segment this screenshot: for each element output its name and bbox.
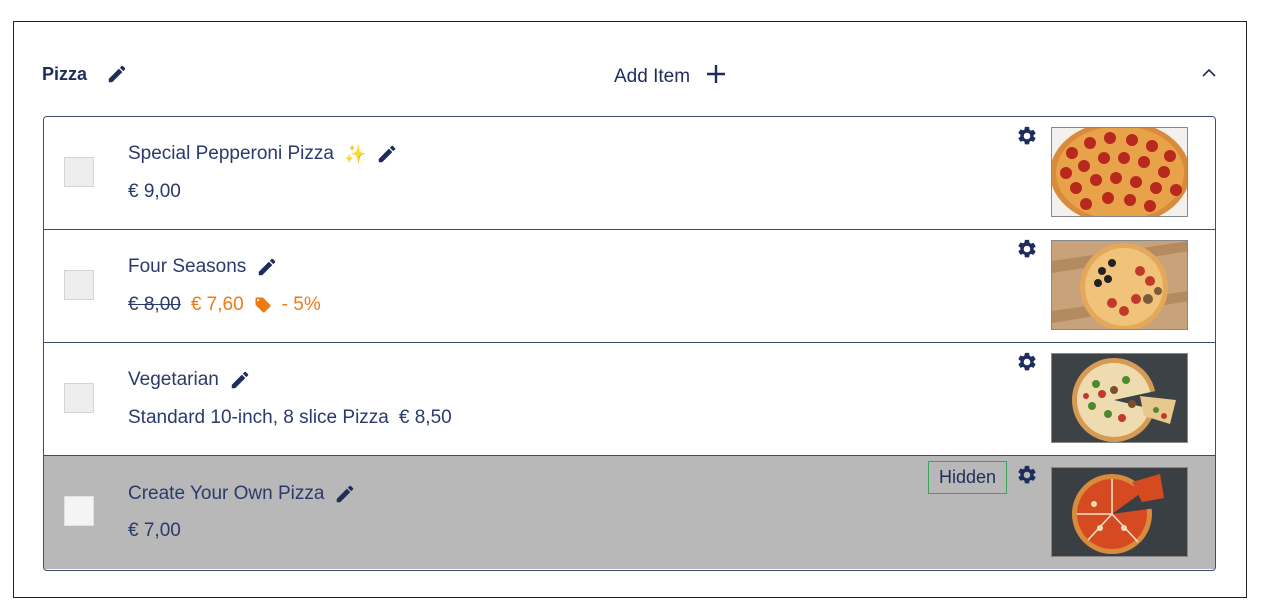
edit-pencil-icon[interactable] bbox=[229, 369, 251, 391]
add-item-button[interactable]: Add Item bbox=[614, 62, 728, 92]
item-select-checkbox[interactable] bbox=[64, 496, 94, 526]
settings-gear-icon[interactable] bbox=[1016, 125, 1038, 147]
item-name: Special Pepperoni Pizza bbox=[128, 143, 334, 164]
item-name-line: Create Your Own Pizza bbox=[128, 483, 356, 505]
item-price: € 8,50 bbox=[398, 407, 452, 428]
item-price: € 7,00 bbox=[128, 520, 181, 541]
item-price-line: € 8,00 € 7,60 - 5% bbox=[128, 294, 321, 316]
edit-pencil-icon[interactable] bbox=[376, 143, 398, 165]
category-title: Pizza bbox=[42, 64, 88, 84]
item-price-line: € 7,00 bbox=[128, 520, 181, 542]
item-select-checkbox[interactable] bbox=[64, 157, 94, 187]
item-photo[interactable] bbox=[1051, 240, 1188, 330]
settings-gear-icon[interactable] bbox=[1016, 351, 1038, 373]
discount-tag-icon bbox=[254, 296, 272, 314]
menu-item-row[interactable]: Special Pepperoni Pizza ✨ € 9,00 bbox=[44, 117, 1215, 230]
item-discounted-price: € 7,60 bbox=[190, 294, 244, 315]
edit-pencil-icon[interactable] bbox=[256, 256, 278, 278]
item-name-line: Four Seasons bbox=[128, 256, 278, 278]
item-original-price: € 8,00 bbox=[128, 294, 181, 315]
settings-gear-icon[interactable] bbox=[1016, 464, 1038, 486]
item-price-line: € 9,00 bbox=[128, 181, 181, 203]
item-description: Standard 10-inch, 8 slice Pizza bbox=[128, 407, 389, 428]
item-discount-percent: - 5% bbox=[281, 294, 321, 315]
item-name: Create Your Own Pizza bbox=[128, 483, 325, 504]
item-photo[interactable] bbox=[1051, 127, 1188, 217]
settings-gear-icon[interactable] bbox=[1016, 238, 1038, 260]
edit-pencil-icon[interactable] bbox=[334, 483, 356, 505]
item-name-line: Vegetarian bbox=[128, 369, 251, 391]
collapse-chevron-up-icon[interactable] bbox=[1200, 66, 1218, 80]
sparkles-icon: ✨ bbox=[343, 143, 367, 164]
item-list: Special Pepperoni Pizza ✨ € 9,00 Four Se… bbox=[43, 116, 1216, 571]
add-item-label: Add Item bbox=[614, 66, 691, 87]
item-price-line: Standard 10-inch, 8 slice Pizza € 8,50 bbox=[128, 407, 452, 429]
menu-item-row[interactable]: Vegetarian Standard 10-inch, 8 slice Piz… bbox=[44, 343, 1215, 456]
item-photo[interactable] bbox=[1051, 467, 1188, 557]
edit-category-pencil-icon[interactable] bbox=[106, 63, 128, 85]
menu-item-row-hidden[interactable]: Create Your Own Pizza € 7,00 Hidden bbox=[44, 456, 1215, 569]
hidden-status-badge[interactable]: Hidden bbox=[928, 461, 1008, 494]
category-header: Pizza Add Item bbox=[14, 22, 1246, 116]
item-name-line: Special Pepperoni Pizza ✨ bbox=[128, 143, 398, 165]
item-name: Four Seasons bbox=[128, 256, 247, 277]
item-select-checkbox[interactable] bbox=[64, 270, 94, 300]
item-select-checkbox[interactable] bbox=[64, 383, 94, 413]
plus-icon bbox=[704, 62, 728, 92]
menu-item-row[interactable]: Four Seasons € 8,00 € 7,60 - 5% bbox=[44, 230, 1215, 343]
item-name: Vegetarian bbox=[128, 369, 219, 390]
item-price: € 9,00 bbox=[128, 181, 181, 202]
menu-category-card: Pizza Add Item Special Pepperoni Pizza ✨ bbox=[13, 21, 1247, 598]
item-photo[interactable] bbox=[1051, 353, 1188, 443]
